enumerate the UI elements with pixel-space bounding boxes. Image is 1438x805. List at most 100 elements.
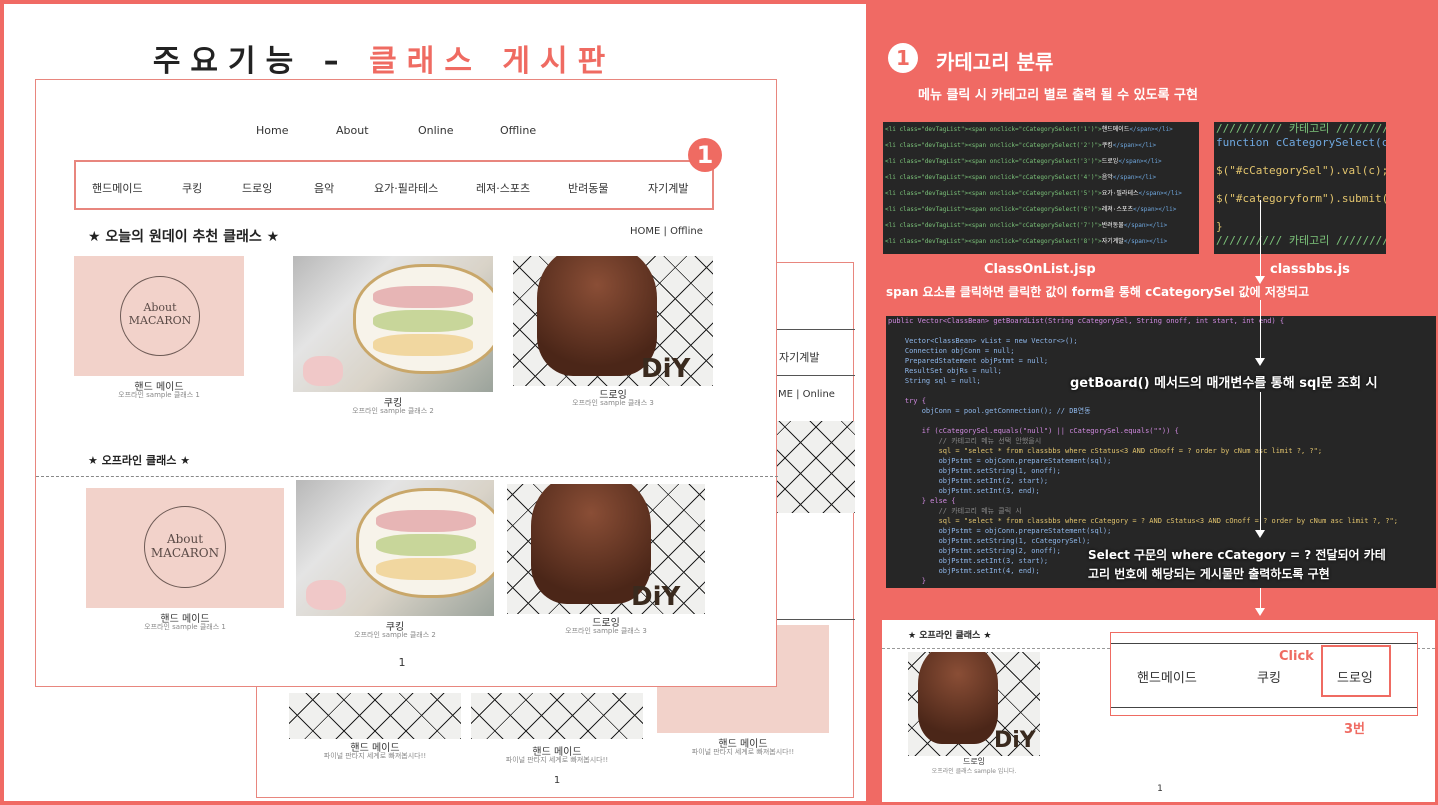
back-page-number[interactable]: 1 [547, 775, 567, 786]
result-heading: ★ 오프라인 클래스 ★ [908, 631, 992, 641]
java-code-line: sql = "select * from classbbs where cCat… [888, 517, 1398, 525]
row2-item-1-sub: 오프라인 sample 클래스 1 [144, 623, 226, 631]
diy-text-2: DiY [631, 582, 681, 612]
java-code-line: PreparedStatement objPstmt = null; [888, 357, 1049, 365]
drawing-photo[interactable]: DiY [513, 256, 713, 386]
category-music[interactable]: 음악 [314, 180, 334, 196]
back-item-1-sub: 파이널 판타지 세계로 빠져봅시다!! [323, 752, 427, 760]
jsp-code-line: <li class="devTagList"><span onclick="cC… [885, 206, 1177, 213]
java-code-line: objPstmt.setString(1, onoff); [888, 467, 1061, 475]
java-code-line: try { [888, 397, 926, 405]
title-prefix: 주요기능 – [152, 44, 349, 79]
java-code-line: Connection objConn = null; [888, 347, 1015, 355]
nav-offline[interactable]: Offline [500, 124, 536, 137]
right-badge: 1 [888, 43, 918, 73]
java-code-line: objPstmt.setInt(3, end); [888, 487, 1040, 495]
row1-item-2-sub: 오프라인 sample 클래스 2 [352, 407, 434, 415]
nav-about[interactable]: About [336, 124, 369, 137]
jsp-code-line: <li class="devTagList"><span onclick="cC… [885, 174, 1157, 181]
arrow-1 [1260, 200, 1261, 278]
js-code-line: function cCategorySelect(c){ [1216, 136, 1386, 149]
left-panel: 주요기능 – 클래스 게시판 자기계발 ME | Online 라!! 핸드 메… [4, 4, 866, 801]
arrowhead-1 [1255, 276, 1265, 284]
right-heading: 카테고리 분류 [936, 50, 1054, 74]
explain-3a: Select 구문의 where cCategory = ? 전달되어 카테 [1088, 548, 1386, 562]
zoom-category-handmade[interactable]: 핸드메이드 [1137, 667, 1197, 686]
zoom-category-drawing[interactable]: 드로잉 [1337, 667, 1373, 686]
arrow-4 [1260, 588, 1261, 610]
result-page-number[interactable]: 1 [1154, 784, 1166, 794]
category-cooking[interactable]: 쿠킹 [182, 180, 202, 196]
jsp-code-line: <li class="devTagList"><span onclick="cC… [885, 142, 1157, 149]
macaron-logo-card-2[interactable]: About MACARON [86, 488, 284, 608]
jsp-code-line: <li class="devTagList"><span onclick="cC… [885, 222, 1168, 229]
js-caption: classbbs.js [1270, 262, 1350, 277]
java-code-line [886, 416, 1436, 426]
diy-text: DiY [641, 354, 691, 384]
jsp-caption: ClassOnList.jsp [984, 262, 1096, 277]
back-category-self[interactable]: 자기계발 [779, 349, 819, 365]
recommend-heading: ★ 오늘의 원데이 추천 클래스 ★ [88, 229, 280, 245]
row2-item-2-sub: 오프라인 sample 클래스 2 [354, 631, 436, 639]
java-code-line [886, 326, 1436, 336]
macaron-logo-2: About MACARON [144, 506, 226, 588]
result-photo[interactable]: DiY [908, 652, 1040, 756]
category-drawing[interactable]: 드로잉 [242, 180, 272, 196]
nav-online[interactable]: Online [418, 124, 453, 137]
result-panel: ★ 오프라인 클래스 ★ DiY 드로잉 오프라인 클래스 sample 입니다… [882, 620, 1435, 802]
title-accent: 클래스 게시판 [369, 44, 616, 79]
macaron-logo-card[interactable]: About MACARON [74, 256, 244, 376]
arrow-3 [1260, 392, 1261, 532]
back-item-3-sub: 파이널 판타지 세계로 빠져봅시다!! [691, 748, 795, 756]
java-code-line: if (cCategorySel.equals("null") || cCate… [888, 427, 1179, 435]
java-code-line: objPstmt = objConn.prepareStatement(sql)… [888, 457, 1112, 465]
js-code-line: ////////// 카테고리 /////////////// [1216, 122, 1386, 135]
java-code-line: Vector<ClassBean> vList = new Vector<>()… [888, 337, 1078, 345]
recommend-breadcrumb: HOME | Offline [630, 226, 703, 237]
category-leisure[interactable]: 레져·스포츠 [476, 180, 530, 196]
click-label: Click [1279, 649, 1314, 664]
java-code-line: sql = "select * from classbbs where cSta… [888, 447, 1323, 455]
java-code-line: // 카테고리 메뉴 선택 안했을시 [888, 437, 1042, 445]
back-breadcrumb: ME | Online [778, 389, 835, 400]
arrowhead-3 [1255, 530, 1265, 538]
back-thumb-1 [289, 693, 461, 739]
explain-2: getBoard() 메서드의 매개변수를 통해 sql문 조회 시 [1070, 376, 1378, 391]
page-number[interactable]: 1 [392, 656, 412, 669]
jsp-code-line: <li class="devTagList"><span onclick="cC… [885, 190, 1182, 197]
number-label: 3번 [1344, 722, 1366, 737]
category-handmade[interactable]: 핸드메이드 [92, 180, 143, 196]
js-code-line: ////////// 카테고리 /////////////// [1216, 234, 1386, 247]
row1-item-1-sub: 오프라인 sample 클래스 1 [118, 391, 200, 399]
java-code-line: objPstmt.setInt(2, start); [888, 477, 1049, 485]
jsp-code-panel: <li class="devTagList"><span onclick="cC… [883, 122, 1199, 254]
js-code-line: $("#categoryform").submit(); [1216, 192, 1386, 205]
offline-divider [36, 476, 778, 477]
js-code-line [1214, 206, 1386, 220]
drawing-photo-2[interactable]: DiY [507, 484, 705, 614]
js-code-line: } [1216, 220, 1223, 233]
cooking-photo-2[interactable] [296, 480, 494, 616]
java-code-line: } else { [888, 497, 956, 505]
java-code-line: objPstmt = objConn.prepareStatement(sql)… [888, 527, 1112, 535]
result-item-sub: 오프라인 클래스 sample 입니다. [931, 768, 1017, 775]
java-code-line: objConn = pool.getConnection(); // DB연동 [888, 407, 1091, 415]
right-subheading: 메뉴 클릭 시 카테고리 별로 출력 될 수 있도록 구현 [918, 88, 1198, 103]
front-browser-window: Home About Online Offline 1 핸드메이드 쿠킹 드로잉… [35, 79, 778, 687]
js-code-panel: ////////// 카테고리 ///////////////function … [1214, 122, 1386, 254]
arrow-2 [1260, 300, 1261, 360]
cooking-photo[interactable] [293, 256, 493, 392]
back-item-2-sub: 파이널 판타지 세계로 빠져봅시다!! [505, 756, 609, 764]
category-zoom-box: 핸드메이드 쿠킹 드로잉 Click [1110, 632, 1418, 716]
macaron-logo: About MACARON [120, 276, 200, 356]
jsp-code-line: <li class="devTagList"><span onclick="cC… [885, 238, 1168, 245]
js-code-line: $("#cCategorySel").val(c); [1216, 164, 1386, 177]
nav-home[interactable]: Home [256, 124, 288, 137]
java-code-line: objPstmt.setString(1, cCategorySel); [888, 537, 1091, 545]
zoom-category-cooking[interactable]: 쿠킹 [1257, 667, 1281, 686]
category-yoga[interactable]: 요가·필라테스 [374, 180, 438, 196]
arrowhead-2 [1255, 358, 1265, 366]
row1-item-3-sub: 오프라인 sample 클래스 3 [572, 399, 654, 407]
category-pets[interactable]: 반려동물 [568, 180, 608, 196]
category-selfdev[interactable]: 자기계발 [648, 180, 688, 196]
